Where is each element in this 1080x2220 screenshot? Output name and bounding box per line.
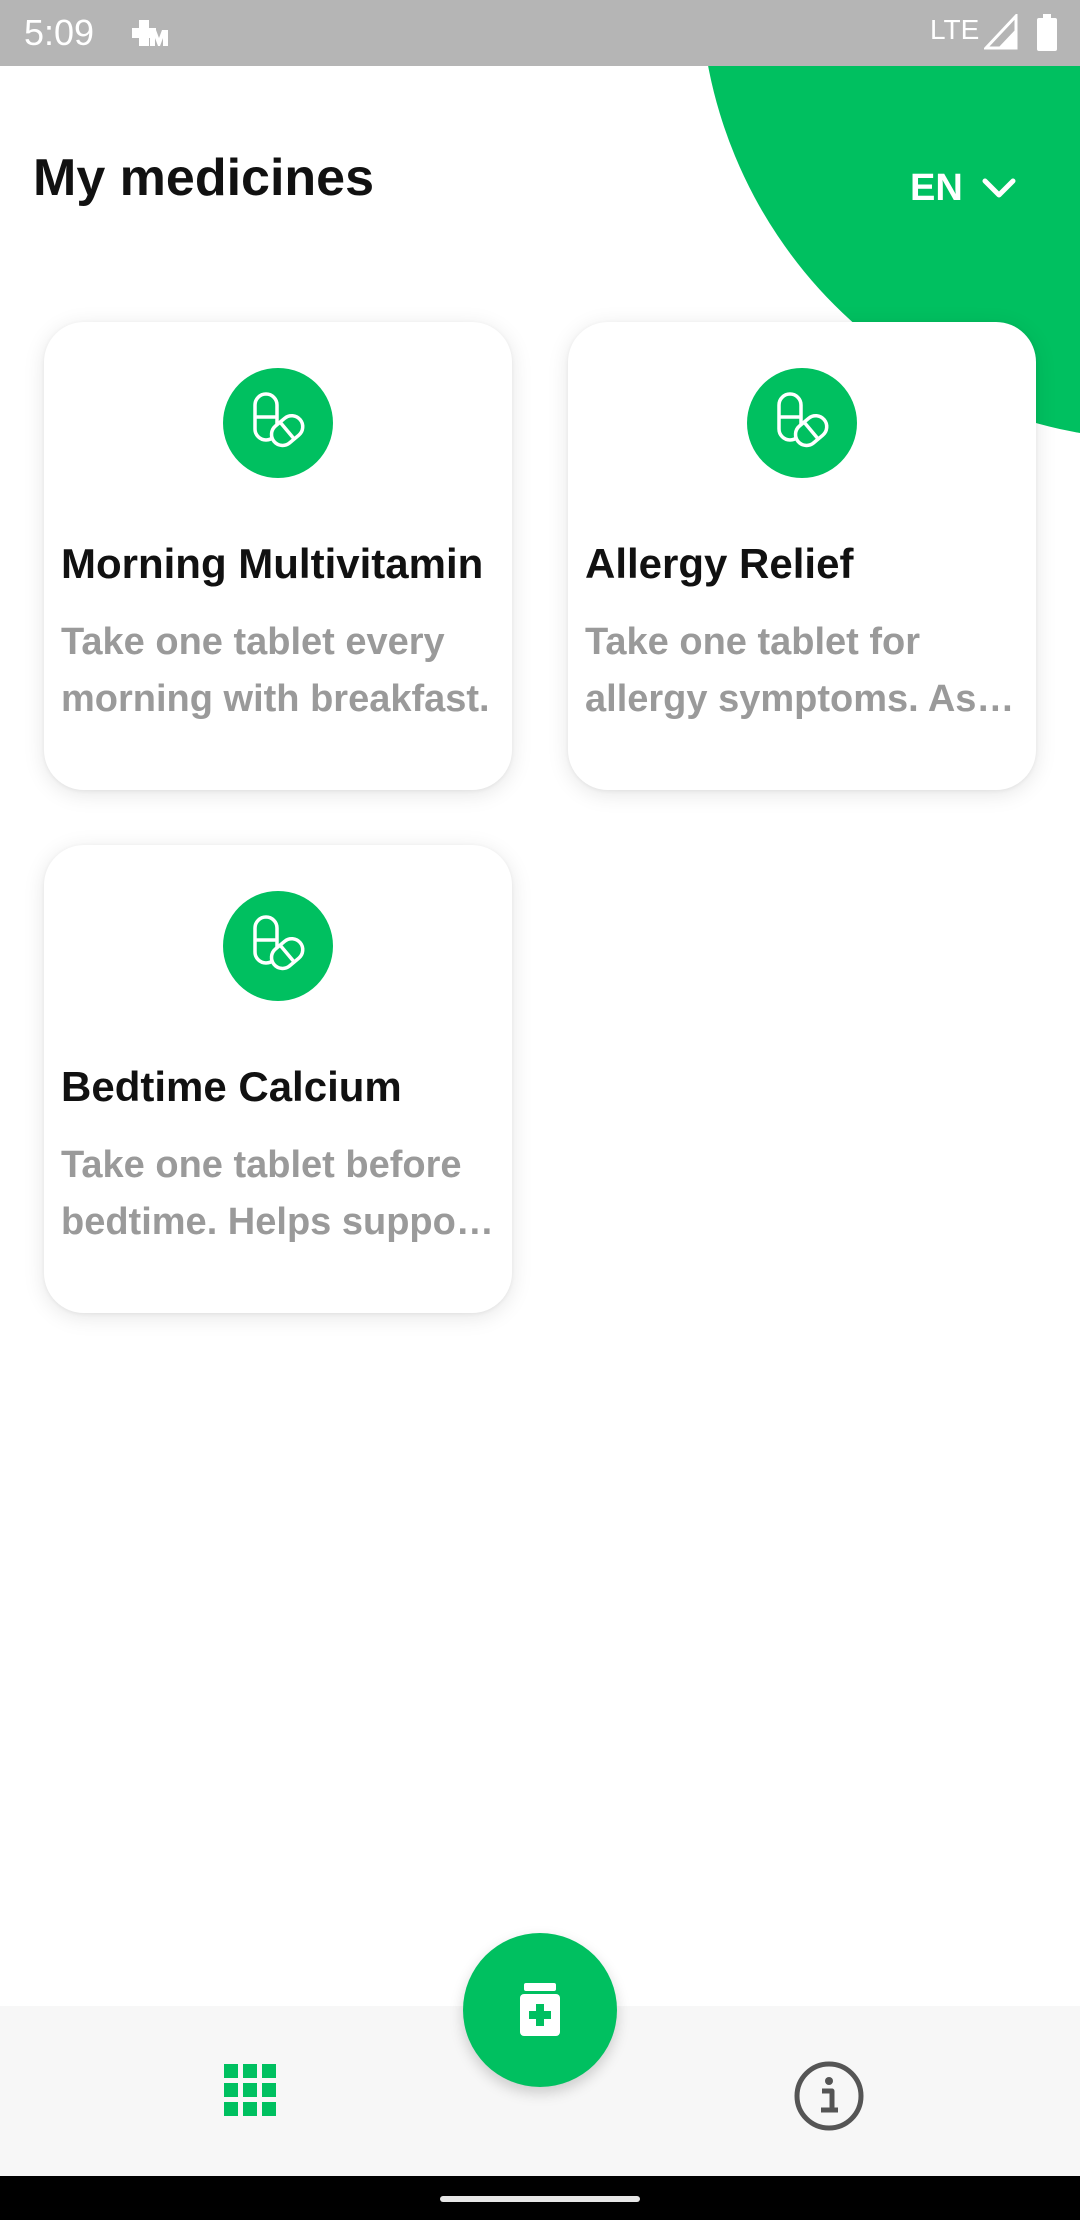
add-medicine-button[interactable] — [463, 1933, 617, 2087]
medicine-card[interactable]: Morning Multivitamin Take one tablet eve… — [44, 322, 512, 790]
medicine-title: Bedtime Calcium — [61, 1063, 402, 1110]
chevron-down-icon — [982, 178, 1016, 198]
page-title: My medicines — [33, 149, 375, 207]
status-time: 5:09 — [24, 12, 95, 53]
pills-icon — [223, 368, 333, 478]
grid-icon[interactable] — [224, 2064, 276, 2116]
battery-icon — [1037, 14, 1057, 51]
screen: 5:09 LTE My medicines EN Morning Multivi… — [0, 0, 1080, 2220]
signal-icon — [984, 14, 1018, 50]
medicine-title: Morning Multivitamin — [61, 540, 484, 587]
language-label: EN — [910, 166, 963, 209]
system-navigation-bar — [0, 2176, 1080, 2220]
network-type: LTE — [930, 14, 980, 45]
medicine-description: Take one tablet for allergy symptoms. As… — [585, 621, 977, 720]
pills-icon — [223, 891, 333, 1001]
medicine-title: Allergy Relief — [585, 540, 854, 587]
medicine-description: Take one tablet before bedtime. Helps su… — [61, 1144, 484, 1243]
medicine-description: Take one tablet every morning with break… — [61, 621, 490, 720]
medicine-card[interactable]: Allergy Relief Take one tablet for aller… — [568, 322, 1036, 790]
pills-icon — [747, 368, 857, 478]
home-gesture-handle[interactable] — [440, 2196, 640, 2202]
info-icon[interactable] — [793, 2060, 865, 2132]
status-bar: 5:09 LTE — [0, 0, 1080, 66]
language-selector[interactable]: EN — [910, 160, 1017, 216]
medicine-card[interactable]: Bedtime Calcium Take one tablet before b… — [44, 845, 512, 1313]
add-medicine-icon — [520, 1983, 560, 2036]
medical-cross-icon — [132, 20, 168, 46]
